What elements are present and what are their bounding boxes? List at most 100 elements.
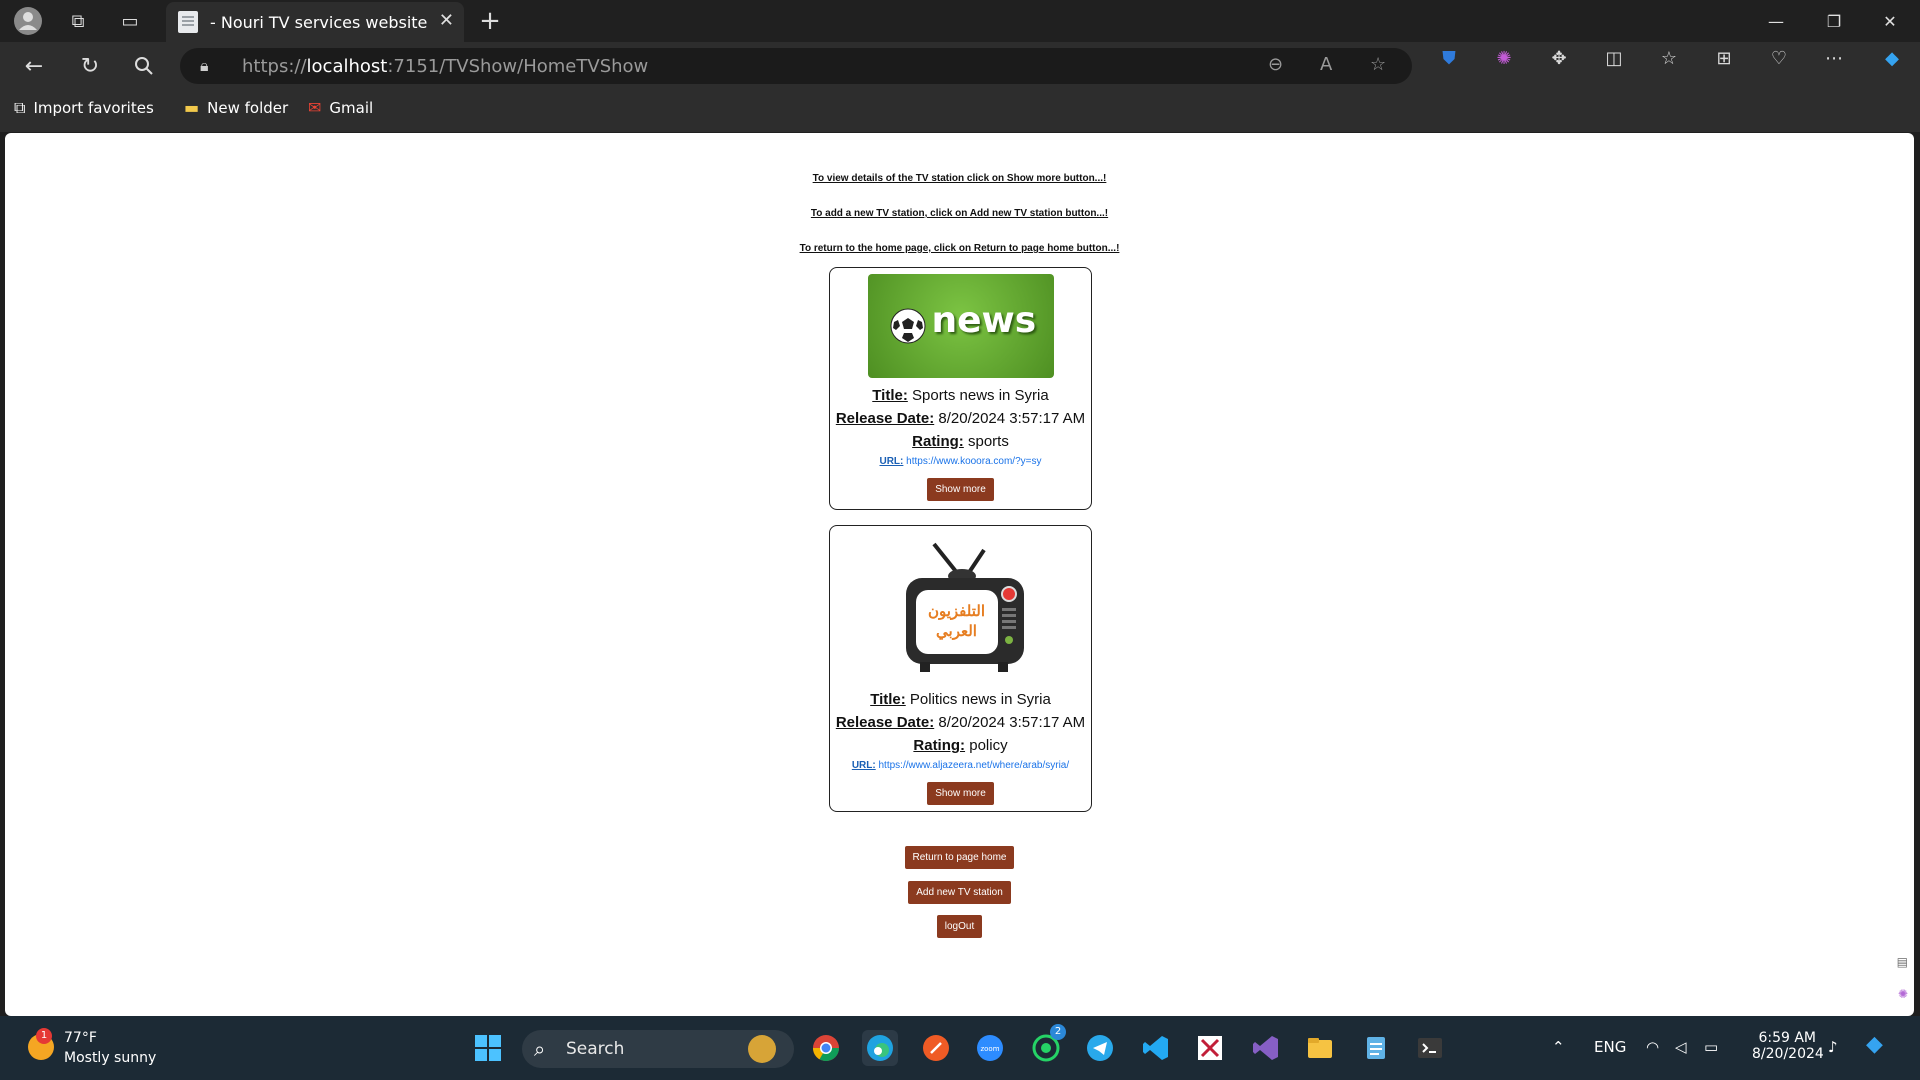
tv-station-card: التلفزيون العربي Title: Politics news in… bbox=[829, 525, 1092, 812]
station-title: Politics news in Syria bbox=[909, 691, 1051, 708]
terminal-icon[interactable] bbox=[1412, 1030, 1448, 1066]
favorite-import[interactable]: ⧉ Import favorites bbox=[14, 98, 154, 118]
sidebar-book-icon[interactable]: ▤ bbox=[1897, 955, 1908, 969]
file-explorer-icon[interactable] bbox=[1302, 1030, 1338, 1066]
minimize-icon[interactable]: — bbox=[1748, 0, 1804, 42]
new-tab-icon[interactable]: + bbox=[472, 3, 508, 39]
hint-return-home: To return to the home page, click on Ret… bbox=[799, 243, 1120, 254]
favorite-new-folder[interactable]: ▬ New folder bbox=[184, 98, 288, 117]
notification-bell-icon[interactable]: ♪ bbox=[1828, 1038, 1838, 1056]
station-release-date: 8/20/2024 3:57:17 AM bbox=[938, 714, 1086, 731]
tab-title: - Nouri TV services website bbox=[210, 12, 428, 32]
favorite-gmail[interactable]: ✉ Gmail bbox=[308, 98, 373, 117]
brain-extension-icon[interactable]: ✺ bbox=[1488, 48, 1520, 69]
shield-extension-icon[interactable]: ⛊ bbox=[1433, 48, 1465, 69]
import-icon: ⧉ bbox=[14, 98, 26, 117]
tab-bar: ⧉ ▭ - Nouri TV services website ✕ + — ❐ … bbox=[0, 0, 1920, 42]
station-release-row: Release Date: 8/20/2024 3:57:17 AM bbox=[830, 407, 1091, 430]
station-url-link[interactable]: https://www.aljazeera.net/where/arab/syr… bbox=[879, 760, 1070, 771]
more-menu-icon[interactable]: ⋯ bbox=[1818, 48, 1850, 69]
active-tab[interactable]: - Nouri TV services website ✕ bbox=[166, 2, 464, 42]
whatsapp-badge: 2 bbox=[1050, 1024, 1066, 1040]
station-image-text: news bbox=[931, 300, 1037, 341]
search-icon[interactable] bbox=[126, 48, 162, 84]
notepad-icon[interactable] bbox=[1358, 1030, 1394, 1066]
station-url-link[interactable]: https://www.kooora.com/?y=sy bbox=[906, 456, 1041, 467]
station-rating: policy bbox=[969, 737, 1008, 754]
whatsapp-icon[interactable]: 2 bbox=[1028, 1024, 1066, 1066]
windows-start-icon[interactable] bbox=[470, 1030, 506, 1066]
navigation-bar: ← ↻ 🔒︎ https://localhost:7151/TVShow/Hom… bbox=[0, 42, 1920, 90]
weather-badge: 1 bbox=[36, 1028, 52, 1044]
tab-actions-icon[interactable]: ▭ bbox=[112, 3, 148, 39]
rating-label: Rating: bbox=[912, 433, 964, 450]
close-tab-icon[interactable]: ✕ bbox=[439, 10, 454, 31]
url-label: URL: bbox=[851, 760, 876, 771]
soccer-ball-icon bbox=[890, 308, 925, 344]
logout-button[interactable]: logOut bbox=[936, 915, 983, 938]
search-highlight-icon bbox=[748, 1035, 776, 1063]
web-page: To view details of the TV station click … bbox=[5, 133, 1914, 1016]
window-close-icon[interactable]: ✕ bbox=[1862, 0, 1918, 42]
taskbar-search[interactable]: ⌕ Search bbox=[522, 1030, 794, 1068]
postman-icon[interactable] bbox=[918, 1030, 954, 1066]
favorite-star-icon[interactable]: ☆ bbox=[1370, 54, 1386, 75]
station-release-row: Release Date: 8/20/2024 3:57:17 AM bbox=[830, 711, 1091, 734]
lock-icon[interactable]: 🔒︎ bbox=[200, 56, 209, 76]
zoom-icon[interactable]: zoom bbox=[972, 1030, 1008, 1066]
station-rating: sports bbox=[967, 433, 1009, 450]
performance-icon[interactable]: ♡ bbox=[1763, 48, 1795, 69]
address-bar[interactable]: 🔒︎ https://localhost:7151/TVShow/HomeTVS… bbox=[180, 48, 1412, 84]
tv-station-card: news Title: Sports news in Syria Release… bbox=[829, 267, 1092, 510]
workspaces-icon[interactable]: ⧉ bbox=[60, 3, 96, 39]
collections-icon[interactable]: ⊞ bbox=[1708, 48, 1740, 69]
return-home-button[interactable]: Return to page home bbox=[904, 846, 1015, 869]
svg-text:zoom: zoom bbox=[980, 1045, 999, 1053]
station-release-date: 8/20/2024 3:57:17 AM bbox=[938, 410, 1086, 427]
show-more-button[interactable]: Show more bbox=[927, 478, 994, 501]
volume-icon[interactable]: ◁ bbox=[1675, 1038, 1687, 1056]
copilot-icon[interactable]: ◆ bbox=[1876, 48, 1908, 69]
station-image: التلفزيون العربي bbox=[886, 532, 1036, 682]
weather-text: Mostly sunny bbox=[64, 1050, 157, 1066]
extensions-icon[interactable]: ✥ bbox=[1543, 48, 1575, 69]
station-rating-row: Rating: sports bbox=[830, 430, 1091, 453]
rider-icon[interactable] bbox=[1192, 1030, 1228, 1066]
split-screen-icon[interactable]: ◫ bbox=[1598, 48, 1630, 69]
station-title: Sports news in Syria bbox=[912, 387, 1049, 404]
station-title-row: Title: Sports news in Syria bbox=[830, 384, 1091, 407]
address-url[interactable]: https://localhost:7151/TVShow/HomeTVShow bbox=[242, 56, 648, 77]
zoom-out-icon[interactable]: ⊖ bbox=[1268, 54, 1283, 75]
visual-studio-icon[interactable] bbox=[1248, 1030, 1284, 1066]
vscode-icon[interactable] bbox=[1138, 1030, 1174, 1066]
copilot-taskbar-icon[interactable]: ◆ bbox=[1866, 1032, 1883, 1057]
title-label: Title: bbox=[870, 691, 906, 708]
show-hidden-icons[interactable]: ⌃ bbox=[1552, 1038, 1565, 1056]
telegram-icon[interactable] bbox=[1082, 1030, 1118, 1066]
chrome-icon[interactable] bbox=[808, 1030, 844, 1066]
url-label: URL: bbox=[879, 456, 904, 467]
hint-show-more: To view details of the TV station click … bbox=[812, 173, 1107, 184]
back-icon[interactable]: ← bbox=[16, 48, 52, 84]
battery-icon[interactable]: ▭ bbox=[1704, 1038, 1718, 1056]
favorites-icon[interactable]: ☆ bbox=[1653, 48, 1685, 69]
restore-icon[interactable]: ❐ bbox=[1806, 0, 1862, 42]
sidebar-copilot-icon[interactable]: ✺ bbox=[1898, 987, 1908, 1001]
release-label: Release Date: bbox=[835, 410, 935, 427]
station-rating-row: Rating: policy bbox=[830, 734, 1091, 757]
favorite-label: Import favorites bbox=[33, 99, 154, 117]
wifi-icon[interactable]: ◠ bbox=[1646, 1038, 1659, 1056]
add-station-button[interactable]: Add new TV station bbox=[908, 881, 1011, 904]
refresh-icon[interactable]: ↻ bbox=[72, 48, 108, 84]
read-aloud-icon[interactable]: A bbox=[1320, 54, 1332, 75]
station-title-row: Title: Politics news in Syria bbox=[830, 688, 1091, 711]
favorite-label: New folder bbox=[207, 98, 289, 117]
language-indicator[interactable]: ENG bbox=[1594, 1038, 1626, 1056]
clock[interactable]: 6:59 AM 8/20/2024 bbox=[1752, 1030, 1824, 1062]
edge-icon[interactable] bbox=[862, 1030, 898, 1066]
title-label: Title: bbox=[872, 387, 908, 404]
show-more-button[interactable]: Show more bbox=[927, 782, 994, 805]
profile-icon[interactable] bbox=[10, 3, 46, 39]
station-image: news bbox=[867, 274, 1054, 378]
favorites-bar: ⧉ Import favorites ▬ New folder ✉ Gmail bbox=[0, 90, 1920, 132]
